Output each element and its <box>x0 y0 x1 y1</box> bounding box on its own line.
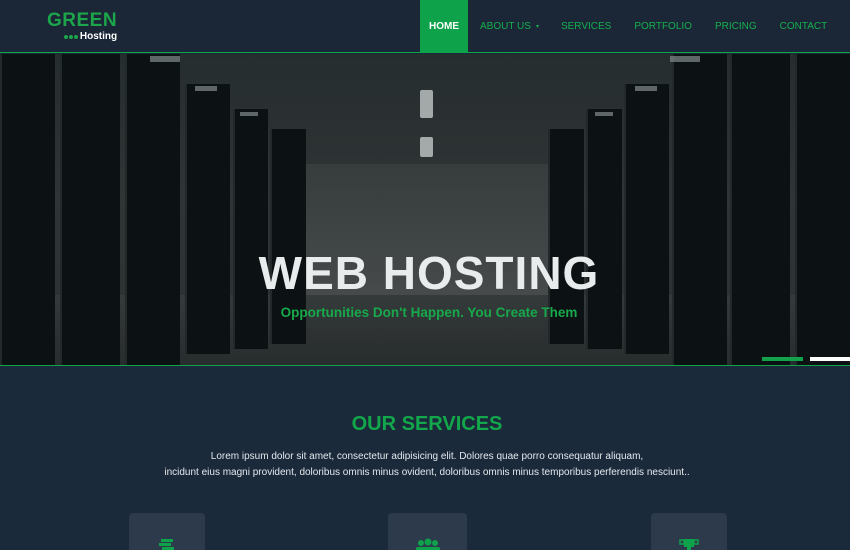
nav-pricing[interactable]: PRICING <box>715 0 757 53</box>
brand-logo[interactable]: GREEN Hosting <box>47 10 118 43</box>
slide-indicator-2[interactable] <box>810 357 850 361</box>
users-group-icon <box>414 538 442 550</box>
logo-title: GREEN <box>47 10 118 31</box>
chevron-down-icon: ▾ <box>535 24 539 30</box>
hero-slider: WEB HOSTING Opportunities Don't Happen. … <box>0 54 850 366</box>
hero-subtitle: Opportunities Don't Happen. You Create T… <box>280 305 578 320</box>
nav-services[interactable]: SERVICES <box>561 0 611 53</box>
document-stack-icon <box>158 538 176 550</box>
services-description: Lorem ipsum dolor sit amet, consectetur … <box>0 449 850 481</box>
nav-portfolio[interactable]: PORTFOLIO <box>634 0 692 53</box>
nav-contact[interactable]: CONTACT <box>780 0 828 53</box>
logo-subtitle: Hosting <box>79 31 118 42</box>
logo-dots-icon <box>63 35 78 39</box>
nav-home[interactable]: HOME <box>420 0 468 53</box>
services-title: OUR SERVICES <box>351 413 503 435</box>
nav-about-us[interactable]: ABOUT US ▾ <box>480 0 539 53</box>
slide-indicator-1[interactable] <box>762 357 803 361</box>
hero-title: WEB HOSTING <box>258 247 600 299</box>
logo-subtitle-row: Hosting <box>47 31 117 43</box>
top-navbar: GREEN Hosting HOME ABOUT US ▾ SERVICES P… <box>0 0 850 53</box>
service-card[interactable] <box>388 513 467 550</box>
services-description-line-1: Lorem ipsum dolor sit amet, consectetur … <box>210 451 644 462</box>
main-nav: HOME ABOUT US ▾ SERVICES PORTFOLIO PRICI… <box>420 0 827 53</box>
service-card[interactable] <box>129 513 205 550</box>
nav-about-label: ABOUT US <box>480 21 531 32</box>
service-card[interactable] <box>651 513 727 550</box>
services-description-line-2: incidunt eius magni provident, doloribus… <box>164 467 690 478</box>
trophy-icon <box>678 538 700 550</box>
